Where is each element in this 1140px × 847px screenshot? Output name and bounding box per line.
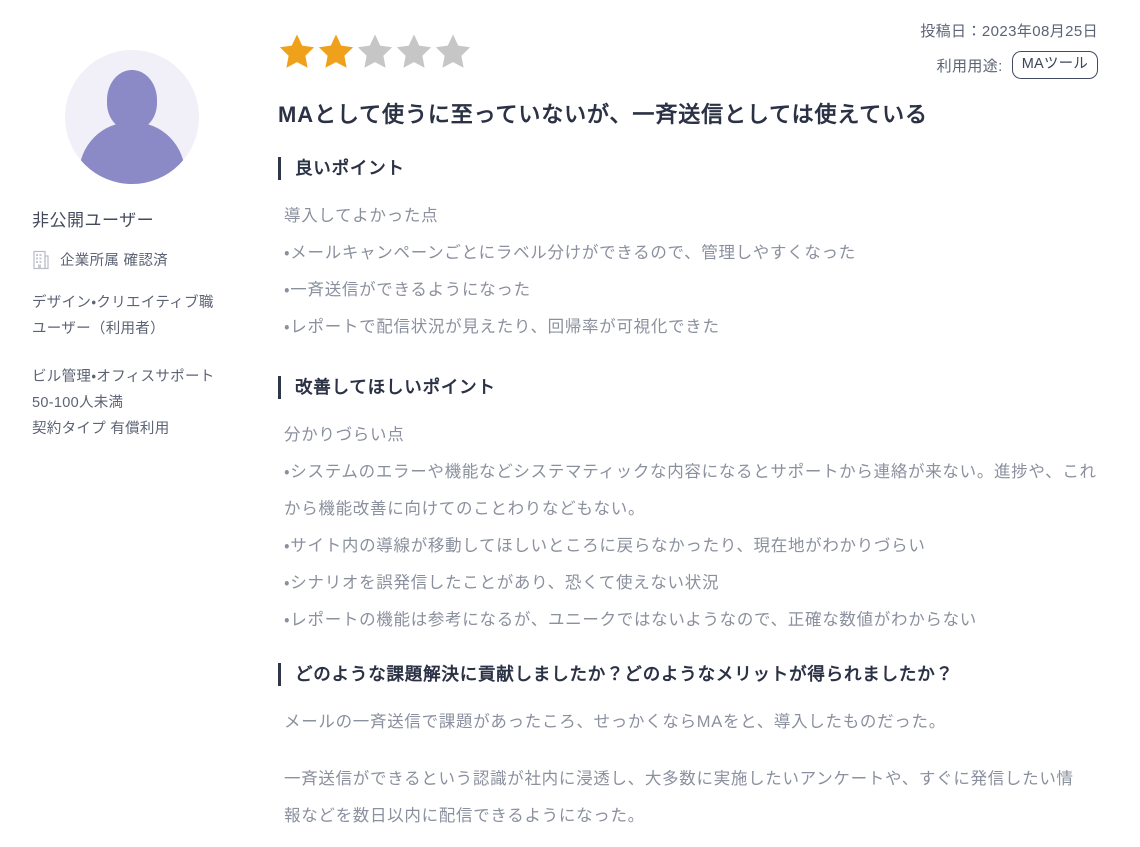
verified-text: 企業所属 確認済	[60, 253, 168, 269]
review-section: 良いポイント導入してよかった点・メールキャンペーンごとにラベル分けができるので、…	[278, 156, 1098, 346]
contract-type: 契約タイプ 有償利用	[32, 421, 170, 437]
star-icon	[318, 34, 354, 68]
building-icon	[32, 250, 50, 270]
usage-purpose-row: 利用用途: MAツール	[920, 51, 1098, 80]
section-heading: 改善してほしいポイント	[278, 375, 1098, 399]
bullet-line: ・一斉送信ができるようになった	[284, 280, 531, 299]
usage-purpose-label: 利用用途:	[936, 57, 1003, 75]
section-heading-label: どのような課題解決に貢献しましたか？どのようなメリットが得られましたか？	[295, 663, 954, 684]
company-size: 50-100人未満	[32, 395, 124, 411]
avatar-head	[107, 70, 157, 130]
bullet-line: ・システムのエラーや機能などシステマティックな内容になるとサポートから連絡が来な…	[284, 462, 1097, 518]
reviewer-name: 非公開ユーザー	[32, 211, 155, 230]
usage-purpose-badge[interactable]: MAツール	[1011, 51, 1098, 80]
section-body: 導入してよかった点・メールキャンペーンごとにラベル分けができるので、管理しやすく…	[278, 198, 1098, 346]
review-header: 投稿日：2023年08月25日 利用用途: MAツール	[278, 14, 1098, 80]
bullet-line: ・レポートで配信状況が見えたり、回帰率が可視化できた	[284, 317, 720, 336]
reviewer-profile: 非公開ユーザー 企業所属 確認済 デザイン・クリエイティブ職 ユーザー（利用者）…	[0, 14, 278, 847]
section-intro: 導入してよかった点	[284, 206, 439, 225]
bullet-line: ・メールキャンペーンごとにラベル分けができるので、管理しやすくなった	[284, 243, 856, 262]
company-block: ビル管理・オフィスサポート 50-100人未満 契約タイプ 有償利用	[32, 364, 278, 442]
section-heading-label: 改善してほしいポイント	[295, 376, 496, 397]
section-heading-label: 良いポイント	[295, 157, 405, 178]
section-accent-bar	[278, 375, 281, 399]
post-metadata: 投稿日：2023年08月25日 利用用途: MAツール	[920, 14, 1098, 80]
review-paragraph: メールの一斉送信で課題があったころ、せっかくならMAをと、導入したものだった。	[284, 712, 946, 731]
section-body: 分かりづらい点・システムのエラーや機能などシステマティックな内容になるとサポート…	[278, 417, 1098, 639]
star-icon	[279, 34, 315, 68]
star-icon	[357, 34, 393, 68]
review-body: 投稿日：2023年08月25日 利用用途: MAツール MAとして使うに至ってい…	[278, 14, 1140, 847]
bullet-line: ・レポートの機能は参考になるが、ユニークではないようなので、正確な数値がわからな…	[284, 610, 977, 629]
user-role: ユーザー（利用者）	[32, 321, 165, 337]
review-paragraph: 一斉送信ができるという認識が社内に浸透し、大多数に実施したいアンケートや、すぐに…	[284, 769, 1074, 825]
section-accent-bar	[278, 156, 281, 180]
review-card: 非公開ユーザー 企業所属 確認済 デザイン・クリエイティブ職 ユーザー（利用者）…	[0, 0, 1140, 847]
section-heading: どのような課題解決に貢献しましたか？どのようなメリットが得られましたか？	[278, 662, 1098, 686]
occupation: デザイン・クリエイティブ職	[32, 295, 214, 311]
verified-badge: 企業所属 確認済	[32, 249, 278, 270]
section-body: メールの一斉送信で課題があったころ、せっかくならMAをと、導入したものだった。一…	[278, 704, 1098, 835]
review-sections: 良いポイント導入してよかった点・メールキャンペーンごとにラベル分けができるので、…	[278, 156, 1098, 835]
review-section: どのような課題解決に貢献しましたか？どのようなメリットが得られましたか？ メールの…	[278, 662, 1098, 835]
section-accent-bar	[278, 662, 281, 686]
avatar	[65, 50, 199, 184]
bullet-line: ・シナリオを誤発信したことがあり、恐くて使えない状況	[284, 573, 720, 592]
post-date: 投稿日：2023年08月25日	[920, 23, 1098, 40]
star-icon	[396, 34, 432, 68]
occupation-block: デザイン・クリエイティブ職 ユーザー（利用者）	[32, 290, 278, 342]
rating-stars	[278, 14, 472, 70]
star-icon	[435, 34, 471, 68]
review-title: MAとして使うに至っていないが、一斉送信としては使えている	[278, 102, 928, 127]
user-silhouette-icon	[65, 50, 199, 184]
avatar-body	[79, 122, 185, 184]
bullet-line: ・サイト内の導線が移動してほしいところに戻らなかったり、現在地がわかりづらい	[284, 536, 926, 555]
section-intro: 分かりづらい点	[284, 425, 405, 444]
review-section: 改善してほしいポイント分かりづらい点・システムのエラーや機能などシステマティック…	[278, 375, 1098, 639]
section-heading: 良いポイント	[278, 156, 1098, 180]
industry: ビル管理・オフィスサポート	[32, 369, 215, 385]
